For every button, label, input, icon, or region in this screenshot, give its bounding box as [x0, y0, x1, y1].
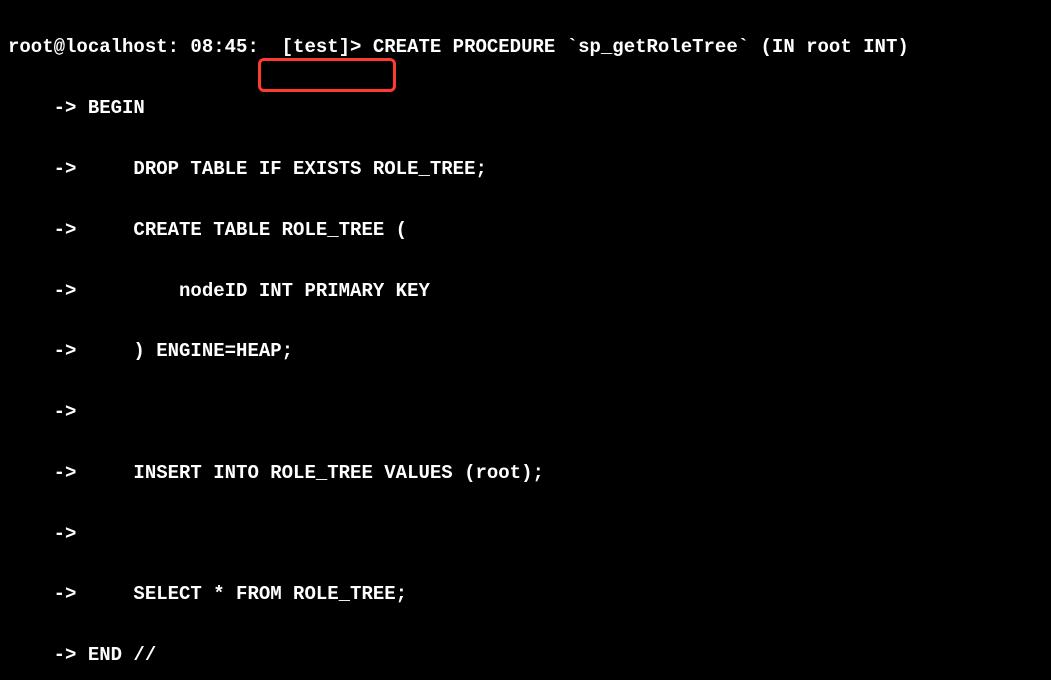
terminal-line: -> BEGIN	[8, 93, 1043, 123]
annotation-highlight-box	[258, 58, 396, 92]
terminal-line: -> nodeID INT PRIMARY KEY	[8, 276, 1043, 306]
terminal-line: -> DROP TABLE IF EXISTS ROLE_TREE;	[8, 154, 1043, 184]
terminal-output: root@localhost: 08:45: [test]> CREATE PR…	[0, 0, 1051, 680]
terminal-line: -> CREATE TABLE ROLE_TREE (	[8, 215, 1043, 245]
terminal-line: -> ) ENGINE=HEAP;	[8, 336, 1043, 366]
terminal-line: -> SELECT * FROM ROLE_TREE;	[8, 579, 1043, 609]
terminal-line: ->	[8, 397, 1043, 427]
terminal-line: -> END //	[8, 640, 1043, 670]
terminal-line: -> INSERT INTO ROLE_TREE VALUES (root);	[8, 458, 1043, 488]
terminal-line: ->	[8, 519, 1043, 549]
terminal-line: root@localhost: 08:45: [test]> CREATE PR…	[8, 32, 1043, 62]
